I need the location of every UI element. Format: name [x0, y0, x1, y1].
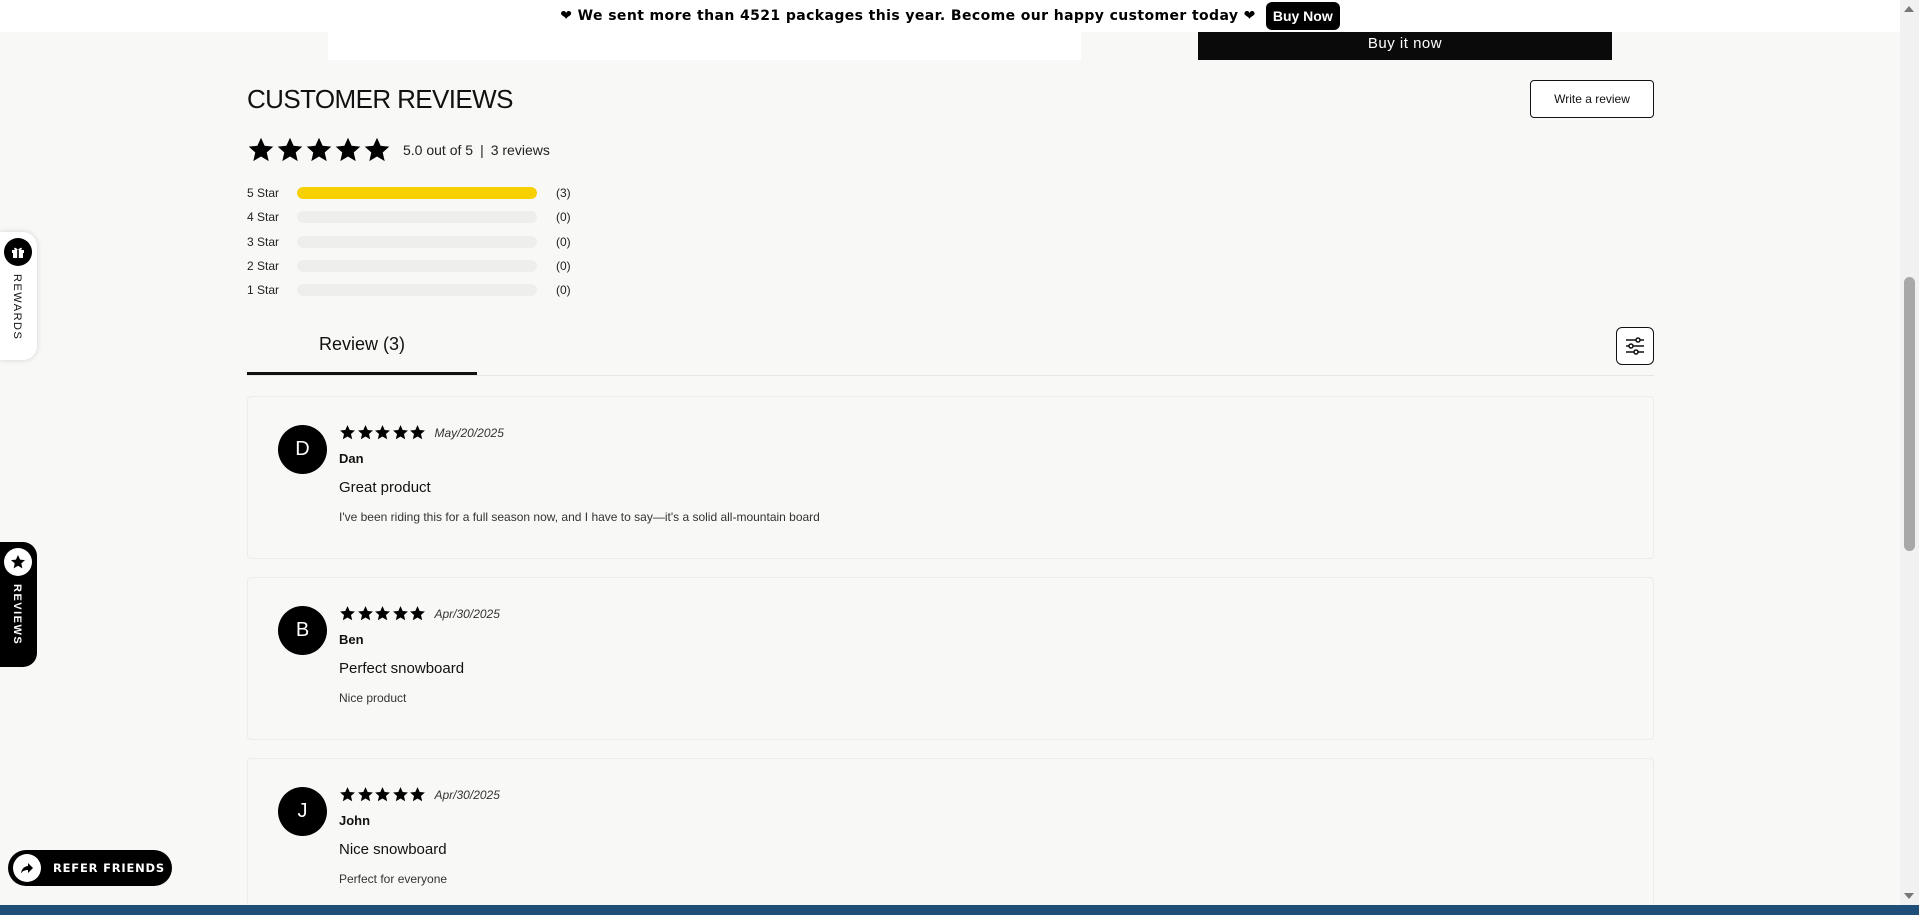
rating-row-count: (0) — [556, 210, 571, 225]
sliders-icon — [1626, 337, 1644, 355]
rating-distribution: 5 Star (3) 4 Star (0) 3 Star (0) 2 Star … — [247, 181, 571, 302]
rating-bar — [297, 235, 537, 248]
rating-row-1[interactable]: 1 Star (0) — [247, 278, 571, 302]
filter-button[interactable] — [1616, 327, 1654, 365]
star-icon — [392, 424, 409, 441]
review-card: J Apr/30/2025 John Nice snowboard Perfec… — [247, 758, 1654, 915]
review-date: Apr/30/2025 — [434, 606, 500, 621]
review-title: Nice snowboard — [339, 841, 447, 858]
rewards-label: REWARDS — [11, 274, 23, 341]
product-image-panel — [328, 32, 1081, 60]
reviews-section-title: CUSTOMER REVIEWS — [247, 84, 513, 114]
reviewer-name: John — [339, 813, 371, 828]
announcement-buy-now-button[interactable]: Buy Now — [1265, 2, 1340, 30]
star-icon — [339, 605, 356, 622]
star-icon — [409, 605, 426, 622]
rewards-launcher[interactable]: REWARDS — [0, 232, 37, 360]
review-body: Perfect for everyone — [339, 872, 448, 886]
rating-row-label: 4 Star — [247, 210, 280, 225]
star-icon — [339, 424, 356, 441]
review-rating: Apr/30/2025 — [339, 786, 500, 803]
review-date: Apr/30/2025 — [434, 787, 500, 802]
avatar: J — [278, 787, 327, 836]
review-body: I've been riding this for a full season … — [339, 510, 820, 524]
star-icon — [339, 786, 356, 803]
rating-row-label: 5 Star — [247, 186, 280, 201]
rating-row-count: (3) — [556, 186, 571, 201]
reviews-label: REVIEWS — [11, 584, 23, 646]
star-icon — [305, 136, 333, 164]
star-icon — [392, 786, 409, 803]
rating-bar-fill — [297, 187, 537, 200]
star-icon — [247, 136, 275, 164]
announcement-text: ❤ We sent more than 4521 packages this y… — [560, 8, 1256, 24]
rating-bar — [297, 187, 537, 200]
star-icon — [4, 548, 32, 576]
tab-reviews[interactable]: Review (3) — [247, 327, 477, 375]
rating-bar — [297, 284, 537, 297]
refer-friends-button[interactable]: REFER FRIENDS — [8, 850, 172, 886]
scrollbar-thumb[interactable] — [1904, 277, 1915, 551]
scroll-up-icon[interactable] — [1904, 6, 1914, 12]
gift-icon — [4, 238, 32, 266]
announcement-bar: ❤ We sent more than 4521 packages this y… — [0, 0, 1900, 32]
reviews-launcher[interactable]: REVIEWS — [0, 542, 37, 667]
reviewer-name: Dan — [339, 451, 364, 466]
rating-row-3[interactable]: 3 Star (0) — [247, 230, 571, 254]
average-rating-text: 5.0 out of 5 — [403, 142, 474, 158]
star-icon — [357, 786, 374, 803]
review-rating: May/20/2025 — [339, 424, 504, 441]
share-arrow-icon — [13, 854, 41, 882]
star-icon — [357, 424, 374, 441]
scroll-down-icon[interactable] — [1904, 893, 1914, 899]
star-icon — [334, 136, 362, 164]
reviewer-name: Ben — [339, 632, 364, 647]
rating-row-label: 2 Star — [247, 259, 280, 274]
star-icon — [409, 424, 426, 441]
rating-row-count: (0) — [556, 259, 571, 274]
review-date: May/20/2025 — [434, 425, 504, 440]
rating-row-count: (0) — [556, 283, 571, 298]
write-review-button[interactable]: Write a review — [1530, 80, 1654, 118]
review-title: Great product — [339, 479, 431, 496]
avatar: B — [278, 606, 327, 655]
rating-row-label: 3 Star — [247, 234, 280, 249]
review-card: B Apr/30/2025 Ben Perfect snowboard Nice… — [247, 577, 1654, 740]
average-rating-stars — [247, 136, 391, 164]
rating-bar — [297, 211, 537, 224]
rating-row-label: 1 Star — [247, 283, 280, 298]
refer-friends-label: REFER FRIENDS — [53, 861, 165, 875]
star-icon — [374, 786, 391, 803]
rating-row-2[interactable]: 2 Star (0) — [247, 254, 571, 278]
star-icon — [357, 605, 374, 622]
star-icon — [374, 424, 391, 441]
buy-it-now-button[interactable]: Buy it now — [1198, 32, 1612, 60]
review-title: Perfect snowboard — [339, 660, 465, 677]
rating-summary: 5.0 out of 5 | 3 reviews — [247, 136, 550, 164]
star-icon — [363, 136, 391, 164]
star-icon — [392, 605, 409, 622]
avatar: D — [278, 425, 327, 474]
reviews-tab-bar: Review (3) — [247, 327, 1654, 376]
rating-row-5[interactable]: 5 Star (3) — [247, 181, 571, 205]
rating-row-count: (0) — [556, 234, 571, 249]
star-icon — [409, 786, 426, 803]
review-count-text: 3 reviews — [490, 142, 550, 158]
page-scrollbar[interactable] — [1900, 0, 1919, 905]
review-rating: Apr/30/2025 — [339, 605, 500, 622]
rating-bar — [297, 260, 537, 273]
star-icon — [374, 605, 391, 622]
rating-row-4[interactable]: 4 Star (0) — [247, 205, 571, 229]
review-card: D May/20/2025 Dan Great product I've bee… — [247, 396, 1654, 559]
review-body: Nice product — [339, 691, 407, 705]
star-icon — [276, 136, 304, 164]
summary-separator: | — [480, 142, 484, 158]
taskbar — [0, 905, 1919, 915]
